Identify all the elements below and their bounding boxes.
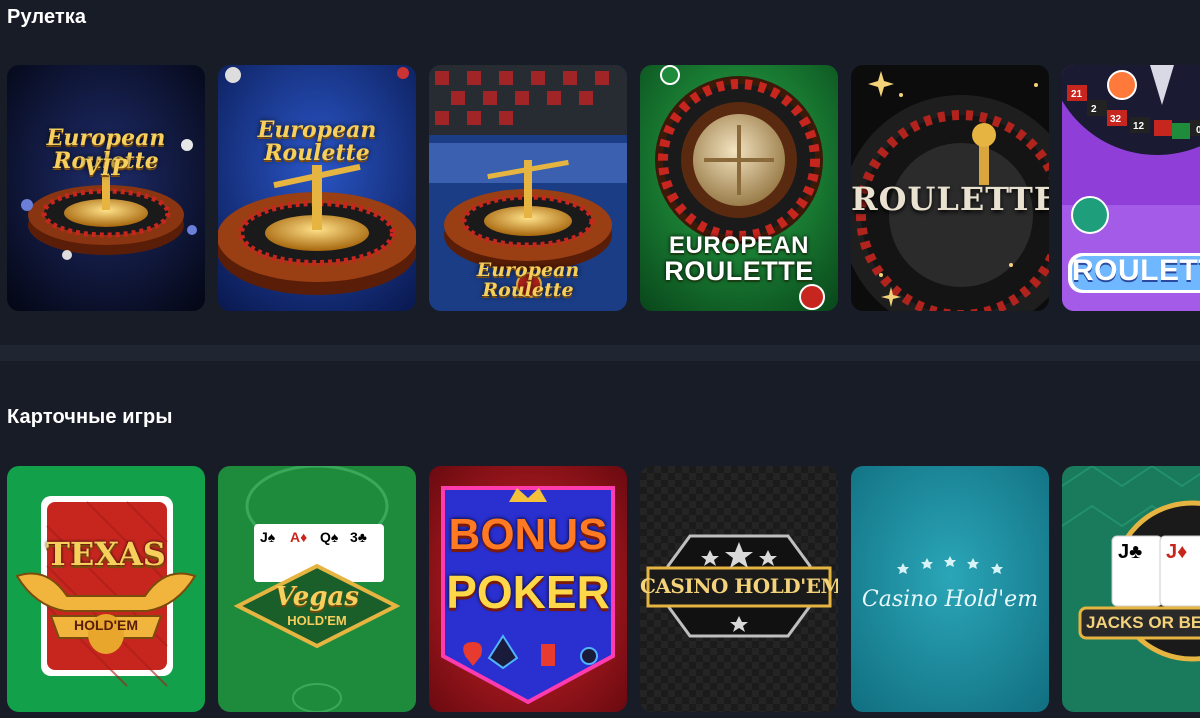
card-games-section: Карточные игры TEXAS HOLD'EM J♠ A♦ Q♠ 3♣…	[0, 361, 1200, 718]
section-title-card-games: Карточные игры	[7, 406, 173, 428]
svg-text:0: 0	[1196, 125, 1200, 136]
svg-text:21: 21	[1071, 89, 1083, 100]
svg-text:J♦: J♦	[1166, 541, 1187, 563]
svg-text:32: 32	[1110, 114, 1122, 125]
game-thumbnail: J♣ J♦	[1062, 466, 1200, 712]
game-logo-text: Casino Hold'em	[861, 587, 1039, 612]
game-thumbnail	[7, 466, 205, 712]
game-card-european-roulette-4[interactable]: EUROPEAN ROULETTE	[640, 65, 838, 311]
game-logo-text: BONUS	[448, 510, 608, 559]
game-card-roulette[interactable]: 21 2 32 12 0 27 ROULETTE	[1062, 65, 1200, 311]
svg-text:3♣: 3♣	[350, 529, 367, 545]
svg-text:2: 2	[1091, 104, 1097, 115]
roulette-section: Рулетка European Roulette VIP European R…	[0, 0, 1200, 345]
game-card-texas-holdem[interactable]: TEXAS HOLD'EM	[7, 466, 205, 712]
game-logo-text: TEXAS	[46, 535, 166, 573]
game-card-bonus-poker[interactable]: BONUS POKER	[429, 466, 627, 712]
game-card-jacks-or-better[interactable]: J♣ J♦ JACKS OR BETTER	[1062, 466, 1200, 712]
game-card-casino-holdem-dark[interactable]: CASINO HOLD'EM	[640, 466, 838, 712]
section-divider	[0, 345, 1200, 361]
game-logo-subtext: POKER	[446, 566, 610, 618]
section-title-roulette: Рулетка	[7, 6, 87, 28]
card-games-row: TEXAS HOLD'EM J♠ A♦ Q♠ 3♣ Vegas HOLD'EM	[7, 466, 1200, 712]
game-logo-text: European Roulette	[257, 117, 377, 167]
roulette-games-row: European Roulette VIP European Roulette	[7, 65, 1200, 311]
game-logo-text: ROULETTE	[1072, 254, 1200, 287]
game-card-vegas-holdem[interactable]: J♠ A♦ Q♠ 3♣ Vegas HOLD'EM	[218, 466, 416, 712]
game-logo-text: ROULETTEX	[851, 180, 1049, 218]
game-card-european-roulette-vip[interactable]: European Roulette VIP	[7, 65, 205, 311]
game-logo-subtext: VIP	[84, 155, 128, 181]
game-logo-subtext: HOLD'EM	[74, 617, 138, 633]
svg-text:Q♠: Q♠	[320, 529, 339, 545]
game-logo-subtext: ROULETTE	[664, 256, 814, 286]
game-logo-subtext: HOLD'EM	[287, 613, 347, 628]
game-logo-text: JACKS OR BETTER	[1086, 613, 1200, 632]
game-thumbnail	[7, 65, 205, 311]
game-logo-text: CASINO HOLD'EM	[640, 574, 838, 598]
game-card-roulettex[interactable]: ROULETTEX	[851, 65, 1049, 311]
game-logo-text: European Roulette	[476, 259, 580, 301]
svg-text:J♠: J♠	[260, 529, 276, 545]
game-card-european-roulette-2[interactable]: European Roulette	[218, 65, 416, 311]
game-card-casino-holdem-teal[interactable]: Casino Hold'em	[851, 466, 1049, 712]
game-thumbnail	[218, 65, 416, 311]
svg-text:A♦: A♦	[290, 529, 307, 545]
game-card-european-roulette-3[interactable]: European Roulette	[429, 65, 627, 311]
game-logo-text: EUROPEAN	[668, 232, 810, 259]
svg-text:J♣: J♣	[1118, 541, 1142, 563]
svg-text:12: 12	[1133, 121, 1145, 132]
game-logo-text: Vegas	[275, 582, 359, 612]
